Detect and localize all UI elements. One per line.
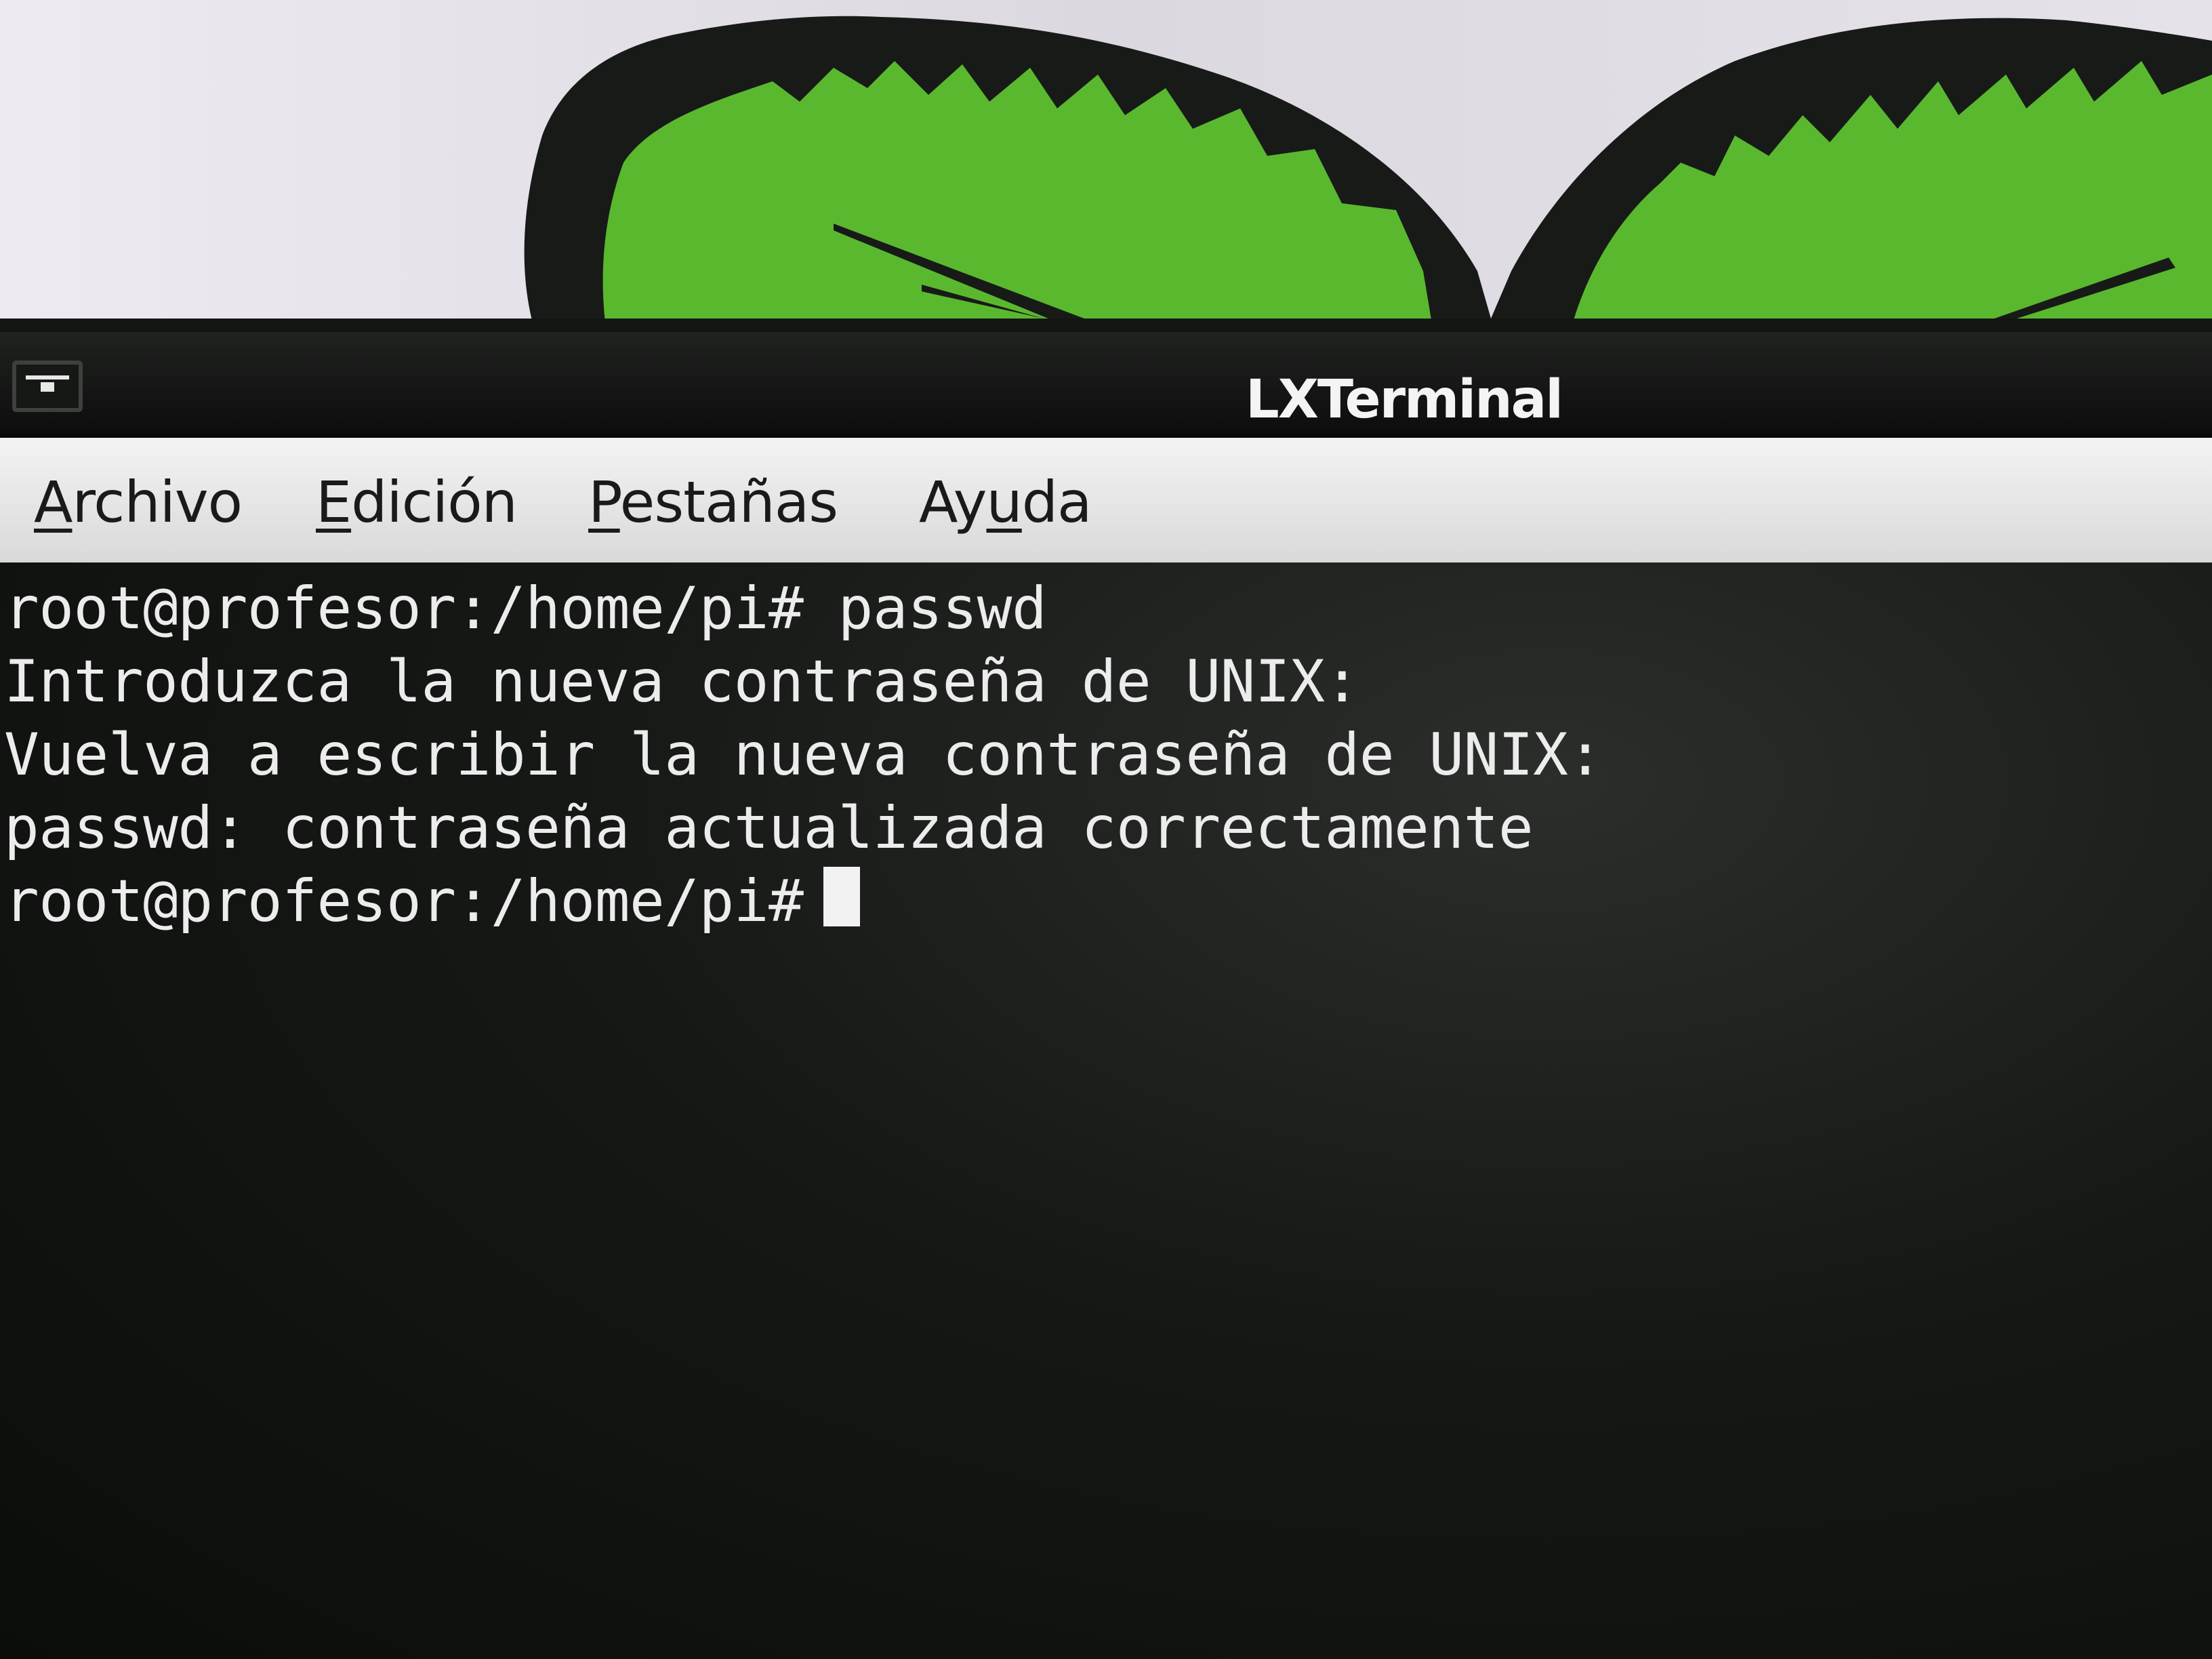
menu-bar: Archivo Edición Pestañas Ayuda	[0, 434, 2212, 562]
menu-pestanas[interactable]: Pestañas	[588, 465, 838, 539]
terminal-lines: root@profesor:/home/pi# passwd Introduzc…	[4, 572, 1603, 938]
menu-archivo-label: rchivo	[72, 469, 243, 535]
terminal-prompt-line[interactable]: root@profesor:/home/pi#	[4, 865, 1603, 938]
menu-pestanas-label: estañas	[619, 469, 838, 535]
terminal-line: passwd: contraseña actualizada correctam…	[4, 794, 1534, 862]
terminal-prompt: root@profesor:/home/pi#	[4, 867, 804, 935]
lxterminal-window: LXTerminal Archivo Edición Pestañas Ayud…	[0, 319, 2212, 1659]
menu-archivo[interactable]: Archivo	[34, 465, 243, 539]
window-title: LXTerminal	[1246, 369, 1563, 430]
menu-edicion-mnemonic: E	[316, 469, 352, 535]
terminal-line: root@profesor:/home/pi# passwd	[4, 575, 1047, 642]
menu-ayuda[interactable]: Ayuda	[919, 465, 1092, 539]
menu-edicion[interactable]: Edición	[316, 465, 518, 539]
text-cursor	[823, 867, 861, 926]
menu-ayuda-label: da	[1021, 469, 1092, 535]
window-menu-glyph	[26, 375, 69, 392]
window-menu-icon[interactable]	[12, 361, 83, 412]
menu-edicion-label: dición	[351, 469, 518, 535]
terminal-line: Introduzca la nueva contraseña de UNIX:	[4, 648, 1359, 716]
menu-ayuda-prefix: Ay	[919, 469, 987, 535]
menu-archivo-mnemonic: A	[34, 469, 73, 535]
terminal-output[interactable]: root@profesor:/home/pi# passwd Introduzc…	[0, 562, 2212, 1659]
title-bar[interactable]: LXTerminal	[0, 332, 2212, 434]
menu-pestanas-mnemonic: P	[588, 469, 621, 535]
menu-ayuda-mnemonic: u	[986, 469, 1022, 535]
terminal-line: Vuelva a escribir la nueva contraseña de…	[4, 721, 1603, 789]
